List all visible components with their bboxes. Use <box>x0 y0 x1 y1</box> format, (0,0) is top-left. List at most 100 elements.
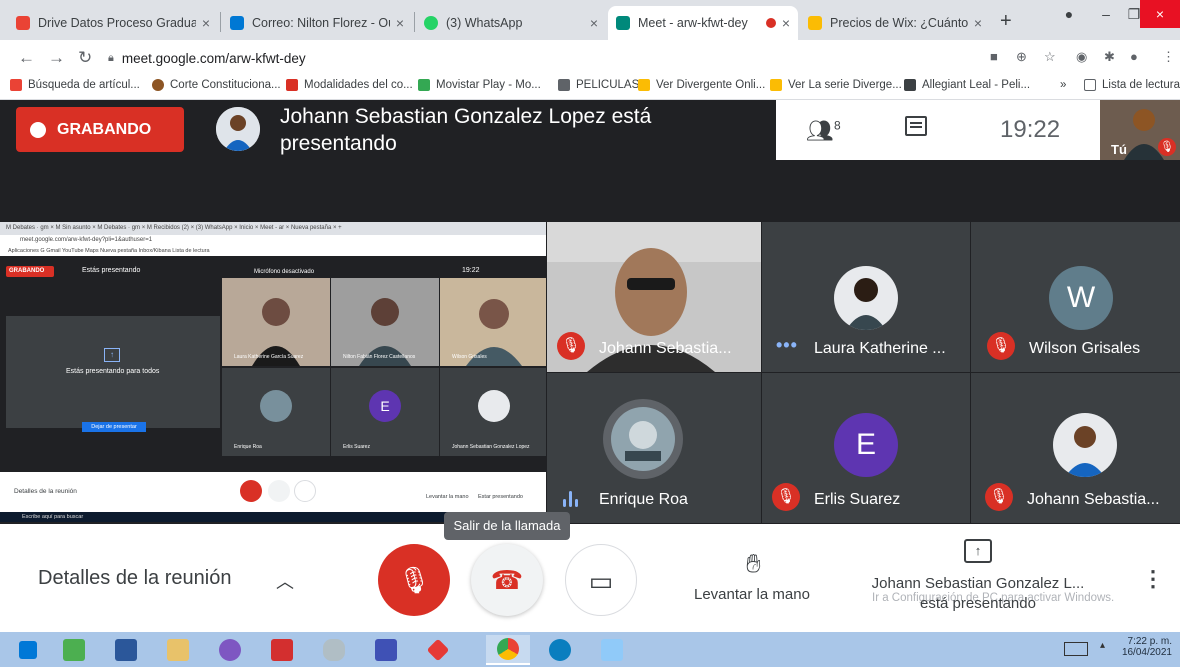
participant-tile[interactable]: W 🎙︎ Wilson Grisales <box>971 222 1180 372</box>
bookmark-item[interactable]: Corte Constituciona... <box>152 79 281 91</box>
taskbar-app[interactable] <box>364 635 408 665</box>
present-now-icon[interactable]: ↑ <box>964 539 992 563</box>
mic-off-icon: 🎙︎ <box>1158 138 1176 156</box>
raise-hand-button[interactable]: Levantar la mano <box>694 586 810 603</box>
new-tab-button[interactable]: + <box>1000 10 1012 33</box>
chevron-up-icon[interactable]: ︿ <box>276 568 294 594</box>
bookmark-label: Lista de lectura <box>1102 79 1180 91</box>
reading-list[interactable]: Lista de lectura <box>1084 79 1180 91</box>
taskbar-app[interactable] <box>52 635 96 665</box>
mic-off-icon: 🎙︎ <box>557 332 585 360</box>
reading-list-icon <box>1084 79 1096 91</box>
tab-wix[interactable]: Precios de Wix: ¿Cuánto pagar × <box>800 6 990 40</box>
close-window-button[interactable]: × <box>1140 0 1180 28</box>
more-options-icon[interactable]: ••• <box>776 335 798 356</box>
keyboard-icon[interactable] <box>1064 642 1088 656</box>
bookmark-icon <box>418 79 430 91</box>
system-clock[interactable]: 7:22 p. m. 16/04/2021 <box>1112 636 1172 658</box>
raise-hand-icon[interactable]: ✋︎ <box>746 548 761 580</box>
presenter-status[interactable]: Johann Sebastian Gonzalez L... está pres… <box>856 574 1100 614</box>
more-bookmarks-icon[interactable]: » <box>1060 79 1066 91</box>
tab-outlook[interactable]: Correo: Nilton Florez - Outlook × <box>222 6 412 40</box>
microphone-toggle-button[interactable]: 🎙︎ <box>378 544 450 616</box>
leave-call-button[interactable]: ☎︎ <box>471 544 543 616</box>
extension-icon[interactable]: ◉ <box>1076 49 1087 65</box>
bookmark-item[interactable]: Modalidades del co... <box>286 79 413 91</box>
reload-icon[interactable]: ↻ <box>78 48 92 68</box>
avatar[interactable]: ● <box>1130 49 1138 64</box>
chat-icon[interactable] <box>905 116 927 136</box>
camera-toggle-button[interactable]: ▭ <box>565 544 637 616</box>
close-tab-icon[interactable]: × <box>202 15 210 31</box>
taskbar-app[interactable] <box>104 635 148 665</box>
bookmark-label: Allegiant Leal - Peli... <box>922 79 1031 91</box>
bookmark-item[interactable]: PELICULAS <box>558 79 639 91</box>
shared-tile-name: Laura Katherine García Suarez <box>234 354 304 360</box>
participant-tile[interactable]: 🎙︎ Johann Sebastia... <box>547 222 761 372</box>
star-icon[interactable]: ☆ <box>1044 49 1056 65</box>
tab-whatsapp[interactable]: (3) WhatsApp × <box>416 6 606 40</box>
close-tab-icon[interactable]: × <box>396 15 404 31</box>
taskbar-app[interactable] <box>590 635 634 665</box>
stop-presenting-button[interactable]: Dejar de presentar <box>82 422 146 432</box>
shared-camera-button <box>294 480 316 502</box>
puzzle-icon[interactable]: ✱ <box>1104 49 1115 65</box>
taskbar-app[interactable] <box>416 635 460 665</box>
shared-presenting-label: Estás presentando <box>82 267 141 274</box>
tab-label: Precios de Wix: ¿Cuánto pagar <box>830 16 968 30</box>
bookmark-item[interactable]: Ver La serie Diverge... <box>770 79 902 91</box>
kebab-menu-icon[interactable]: ⋮ <box>1162 49 1175 65</box>
self-label: Tú <box>1111 142 1127 157</box>
tab-meet[interactable]: Meet - arw-kfwt-dey × <box>608 6 798 40</box>
bookmark-item[interactable]: Ver Divergente Onli... <box>638 79 765 91</box>
page-icon <box>808 16 822 30</box>
camera-permission-icon[interactable]: ■ <box>990 49 998 64</box>
taskbar-app[interactable] <box>538 635 582 665</box>
presenter-status-text: está presentando <box>920 595 1036 612</box>
forward-icon[interactable]: → <box>48 48 65 68</box>
mic-off-icon: 🎙︎ <box>397 565 431 595</box>
more-options-icon[interactable]: ⋮ <box>1142 566 1164 592</box>
shared-details-label: Detalles de la reunión <box>14 488 77 495</box>
record-dot-icon <box>30 121 46 138</box>
bookmark-item[interactable]: Búsqueda de artícul... <box>10 79 140 91</box>
browser-tab-strip: Drive Datos Proceso Graduand × Correo: N… <box>0 0 1180 40</box>
app-icon <box>219 639 241 661</box>
back-icon[interactable]: ← <box>18 48 35 68</box>
app-icon <box>601 639 623 661</box>
tab-drive[interactable]: Drive Datos Proceso Graduand × <box>8 6 218 40</box>
self-view-tile[interactable]: Tú 🎙︎ <box>1100 100 1180 160</box>
recording-indicator-icon <box>765 18 776 28</box>
presentation-screen[interactable]: M Debates · gm × M Sin asunto × M Debate… <box>0 222 546 522</box>
close-tab-icon[interactable]: × <box>590 15 598 31</box>
taskbar-app[interactable] <box>208 635 252 665</box>
participants-button[interactable]: 👥︎8 <box>806 118 841 144</box>
start-button[interactable] <box>6 635 50 665</box>
close-tab-icon[interactable]: × <box>782 15 790 31</box>
close-tab-icon[interactable]: × <box>974 15 982 31</box>
taskbar-app[interactable] <box>156 635 200 665</box>
shared-raise-hand: Levantar la mano <box>426 494 469 500</box>
bookmark-label: PELICULAS <box>576 79 640 91</box>
bookmark-item[interactable]: Movistar Play - Mo... <box>418 79 541 91</box>
shared-recording-badge: GRABANDO <box>6 266 54 277</box>
taskbar-app[interactable] <box>260 635 304 665</box>
participant-tile[interactable]: ••• Laura Katherine ... <box>762 222 970 372</box>
bookmark-item[interactable]: Allegiant Leal - Peli... <box>904 79 1030 91</box>
meeting-details-button[interactable]: Detalles de la reunión <box>38 567 231 590</box>
participant-tile[interactable]: E 🎙︎ Erlis Suarez <box>762 373 970 523</box>
participant-tile[interactable]: Enrique Roa <box>547 373 761 523</box>
taskbar-app[interactable] <box>312 635 356 665</box>
tray-expand-icon[interactable]: ▴ <box>1100 640 1105 651</box>
participant-tile[interactable]: 🎙︎ Johann Sebastia... <box>971 373 1180 523</box>
leave-call-tooltip: Salir de la llamada <box>444 512 570 540</box>
url-field[interactable]: 🔒︎ meet.google.com/arw-kfwt-dey <box>108 45 1078 71</box>
bookmark-icon <box>904 79 916 91</box>
taskbar-app-chrome[interactable] <box>486 635 530 665</box>
mic-off-icon: 🎙︎ <box>985 483 1013 511</box>
zoom-icon[interactable]: ⊕ <box>1016 49 1027 65</box>
avatar: W <box>1049 266 1113 330</box>
participant-name: Johann Sebastia... <box>1027 491 1160 508</box>
participant-name: Johann Sebastia... <box>599 340 732 357</box>
profile-icon[interactable]: ● <box>1054 0 1084 28</box>
